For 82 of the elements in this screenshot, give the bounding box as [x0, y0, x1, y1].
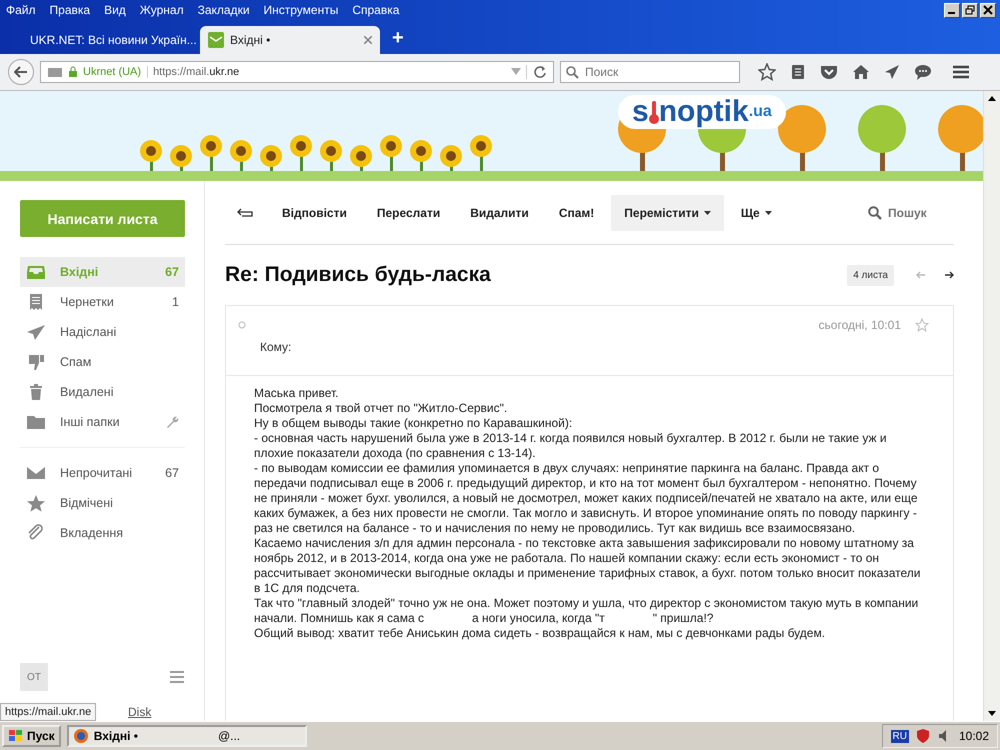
back-arrow-icon	[14, 66, 28, 78]
recipient-label: Кому:	[259, 339, 292, 354]
menu-item[interactable]: Инструменты	[264, 3, 338, 17]
close-icon[interactable]	[980, 2, 996, 18]
return-arrow-icon	[237, 208, 253, 218]
filter-item[interactable]: Непрочитані 67	[20, 458, 185, 488]
unread-dot-icon[interactable]	[238, 321, 246, 329]
status-url: https://mail.ukr.ne	[0, 703, 96, 721]
back-button[interactable]	[8, 59, 34, 85]
toolbar-button[interactable]: Ще	[728, 194, 785, 230]
email-subject: Re: Подивись будь-ласка	[225, 263, 491, 287]
menu-item[interactable]: Правка	[50, 3, 90, 17]
star-icon[interactable]	[915, 318, 929, 332]
search-icon	[868, 206, 882, 220]
message-paragraph: Так что "главный злодей" точно уж не она. Может поэтому и ушла, что директор с экономистом такую муть в компании начали. Помнишь как я сама с а ноги уносила, когда "т " пришла!?	[254, 596, 920, 626]
folder-icon	[26, 413, 46, 431]
toolbar-button[interactable]: Перемістити	[611, 194, 724, 230]
menu-item[interactable]: Файл	[6, 3, 36, 17]
toolbar-button[interactable]: Спам!	[546, 194, 608, 230]
filter-item[interactable]: Відмічені	[20, 488, 185, 518]
scrollbar[interactable]	[983, 91, 1000, 721]
thermometer-icon	[648, 99, 659, 125]
disk-link[interactable]: Disk	[128, 705, 152, 719]
menu-item[interactable]: Справка	[352, 3, 400, 17]
toolbar-button[interactable]: Відповісти	[269, 194, 360, 230]
paperclip-icon	[26, 524, 46, 542]
taskbar-window-button[interactable]: Вхідні • @...	[66, 725, 307, 747]
language-indicator[interactable]: RU	[890, 730, 909, 742]
menu-item[interactable]: Закладки	[198, 3, 250, 17]
message-paragraph: - по выводам комиссии ее фамилия упоминается в двух случаях: непринятие паркинга на баланс. Правда акт о передачи подписывал еще в 2006 г. предыдущий директор, и кто на тот момент был бухгалтером - непонятно. Почему не приняли - может бухг. уволился, а новый не досмотрел, может каких подписей/печатей не хватало на акте, или еще каких бумажек, а без них провести не смогли. Так могло и зависнуть. И второе упоминание опять по поводу паркингу - раз не светился на балансе - то и начисления по нему не проводились. Тут как видишь все взаимосвязано.	[254, 461, 918, 536]
windows-flag-icon	[8, 729, 24, 743]
folder-item[interactable]: Інші папки	[20, 407, 185, 437]
message-paragraph: Маська привет.	[254, 386, 340, 401]
thumbs-down-icon	[26, 353, 46, 371]
inbox-icon	[26, 263, 46, 281]
menu-icon[interactable]	[952, 64, 970, 80]
toolbar-button[interactable]: Видалити	[457, 194, 542, 230]
browser-tab[interactable]: UKR.NET: Всі новини Україн...	[16, 26, 196, 54]
pocket-icon[interactable]	[820, 64, 838, 80]
minimize-icon[interactable]	[944, 2, 960, 18]
search-icon	[566, 66, 579, 79]
message-count: 4 листа	[847, 264, 894, 286]
message-paragraph: Касаемо начисления з/п для админ персонала - по текстовке акта завышения зафиксировали по новому штатному за ноябрь 2012, и в 2013-2014, когда она уже не работала. По нашей компании скажу: если есть экономист - то он рассчитывает экономически выгодные оклады и применение тарифных ставок, а бухг. потом только вносит показатели в 1С для подсчета.	[254, 536, 922, 596]
folder-item[interactable]: Надіслані	[20, 317, 185, 347]
close-tab-icon[interactable]	[364, 36, 372, 44]
folder-item[interactable]: Видалені	[20, 377, 185, 407]
page-icon	[47, 66, 63, 78]
start-button[interactable]: Пуск	[2, 725, 61, 747]
address-bar[interactable]: Ukrnet (UA) https://mail.ukr.ne	[40, 61, 554, 83]
restore-icon[interactable]	[962, 2, 978, 18]
reading-list-icon[interactable]	[790, 64, 806, 80]
envelope-icon	[208, 32, 224, 48]
browser-icon	[72, 728, 89, 744]
site-identity: Ukrnet (UA)	[83, 66, 148, 78]
url-text: https://mail.ukr.ne	[153, 66, 240, 78]
new-tab-button[interactable]: +	[384, 27, 412, 54]
message-date: сьогодні, 10:01	[818, 318, 901, 332]
clock: 10:02	[958, 729, 989, 743]
menu-item[interactable]: Журнал	[140, 3, 184, 17]
star-icon[interactable]	[758, 63, 776, 81]
home-icon[interactable]	[852, 64, 870, 80]
search-field[interactable]: Поиск	[560, 61, 740, 83]
paper-plane-icon	[26, 323, 46, 341]
star-icon	[26, 494, 46, 512]
envelope-icon	[26, 464, 46, 482]
message-paragraph: Ну в общем выводы такие (конкретно по Каравашкиной):	[254, 416, 574, 431]
user-avatar[interactable]: ОТ	[20, 663, 48, 691]
message-paragraph: Общий вывод: хватит тебе Аниськин дома сидеть - возвращайся к нам, мы с девчонками рады будем.	[254, 626, 826, 641]
reload-icon[interactable]	[526, 65, 547, 79]
lock-icon	[68, 66, 78, 78]
folder-item[interactable]: Чернетки 1	[20, 287, 185, 317]
chat-icon[interactable]	[914, 64, 932, 80]
shield-icon[interactable]	[914, 728, 931, 744]
folder-item[interactable]: Спам	[20, 347, 185, 377]
filter-item[interactable]: Вкладення	[20, 518, 185, 548]
paper-plane-icon[interactable]	[884, 64, 900, 80]
browser-tab[interactable]: Вхідні •	[200, 26, 380, 54]
message-paragraph: Посмотрела я твой отчет по "Житло-Сервис".	[254, 401, 508, 416]
right-arrow-icon[interactable]	[944, 271, 954, 279]
menu-item[interactable]: Вид	[104, 3, 126, 17]
message-paragraph: - основная часть нарушений была уже в 2013-14 г. когда появился новый бухгалтер. В 2012 г. были не такие уж и плохие показатели дохода (по сравнения с 13-14).	[254, 431, 888, 461]
toolbar-button[interactable]: Переслати	[364, 194, 454, 230]
